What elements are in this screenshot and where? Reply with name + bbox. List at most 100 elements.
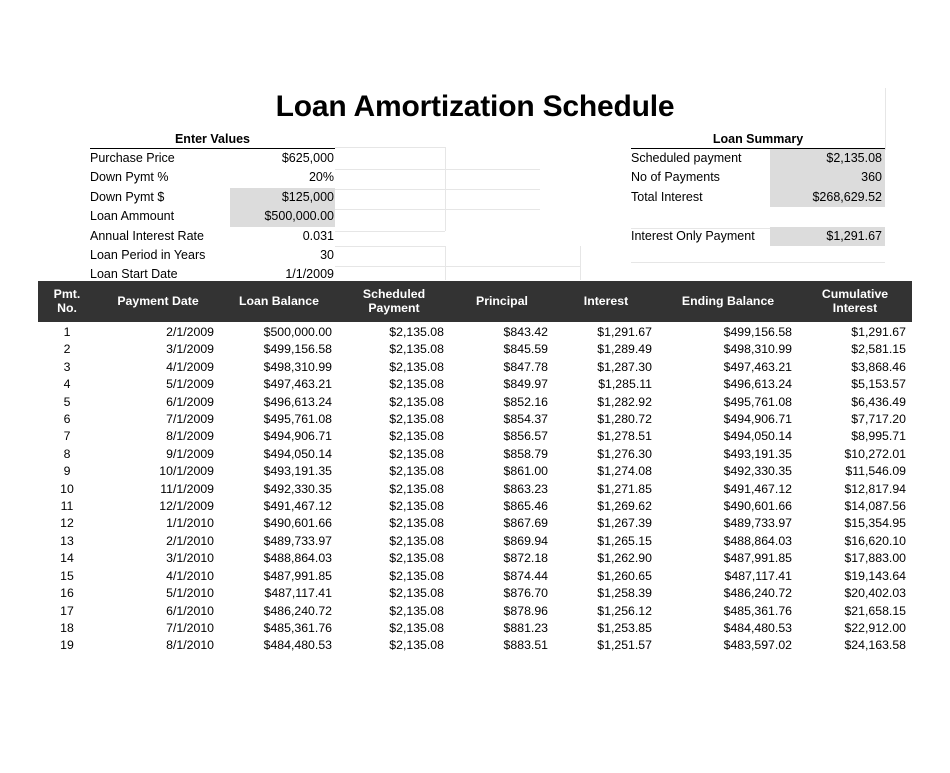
table-cell-sch: $2,135.08 [389,412,444,427]
table-cell-sch: $2,135.08 [389,446,444,461]
table-cell-no: 1 [63,325,71,339]
table-cell-sch: $2,135.08 [389,568,444,583]
label-purchase-price: Purchase Price [90,151,175,165]
table-row: 6 7/1/2009 $495,761.08 $2,135.08 $854.37 $1,2… [38,411,912,428]
value-down-pymt-dollar[interactable]: $125,000 [230,187,335,208]
table-cell-end: $492,330.35 [723,464,792,479]
table-cell-prin: $878.96 [503,603,548,618]
column-header-scheduled-payment-line2: Payment [368,301,420,315]
table-cell-bal: $484,480.53 [263,638,332,653]
table-cell-cum: $21,658.15 [844,603,906,618]
column-header-cumulative-interest-line1: Cumulative [821,287,889,301]
grid-horizontal-line [335,147,445,148]
label-down-pymt-dollar: Down Pymt $ [90,189,165,204]
table-cell-prin: $843.42 [503,325,548,339]
value-no-of-payments: 360 [770,168,885,188]
enter-values-row-purchase-price: Purchase Price $625,000 [90,149,335,168]
table-cell-bal: $500,000.00 [263,325,332,339]
table-cell-int: $1,285.11 [598,377,652,392]
table-cell-end: $496,613.24 [723,377,792,392]
loan-summary-row-no-of-payments: No of Payments 360 [631,168,885,188]
loan-summary-row-interest-only-payment: Interest Only Payment $1,291.67 [631,226,885,246]
grid-vertical-line [445,246,446,280]
table-cell-no: 6 [63,412,71,427]
table-cell-int: $1,267.39 [597,516,652,531]
table-cell-no: 14 [60,551,74,566]
table-cell-sch: $2,135.08 [389,377,444,392]
column-header-scheduled-payment-line1: Scheduled [362,287,426,301]
table-cell-cum: $6,436.49 [851,394,906,409]
label-down-pymt-percent: Down Pymt % [90,170,169,185]
table-cell-date: 8/1/2009 [166,429,214,444]
table-cell-int: $1,269.62 [597,499,652,514]
table-cell-prin: $849.97 [503,377,548,392]
table-cell-end: $494,906.71 [723,412,792,427]
grid-horizontal-line [335,231,445,232]
table-cell-bal: $485,361.76 [263,620,332,635]
table-cell-int: $1,265.15 [597,533,652,548]
value-loan-period-years[interactable]: 30 [230,246,335,265]
table-cell-cum: $22,912.00 [844,620,906,635]
value-annual-interest-rate[interactable]: 0.031 [230,227,335,246]
table-cell-no: 12 [60,516,74,531]
value-loan-amount[interactable]: $500,000.00 [230,207,335,227]
table-cell-cum: $7,717.20 [851,412,906,427]
value-purchase-price[interactable]: $625,000 [230,149,335,168]
table-cell-int: $1,260.65 [597,568,652,583]
table-cell-cum: $11,546.09 [845,464,906,479]
amortization-table: Pmt. No. Payment Date Loan Balance Sched… [38,281,912,655]
table-cell-date: 2/1/2010 [166,533,214,548]
table-cell-bal: $498,310.99 [263,359,332,374]
table-cell-cum: $19,143.64 [844,568,906,583]
table-cell-bal: $488,864.03 [263,551,332,566]
table-cell-int: $1,287.30 [597,359,652,374]
grid-horizontal-line [631,262,885,263]
table-cell-prin: $876.70 [503,586,548,601]
table-cell-sch: $2,135.08 [389,603,444,618]
table-row: 4 5/1/2009 $497,463.21 $2,135.08 $849.97 $1,2… [38,376,912,393]
table-cell-int: $1,274.08 [597,464,652,479]
label-no-of-payments: No of Payments [631,170,720,185]
table-cell-cum: $12,817.94 [844,481,906,496]
table-row: 16 5/1/2010 $487,117.41 $2,135.08 $876.70 $1,… [38,585,912,602]
table-cell-bal: $494,050.14 [263,446,332,461]
table-cell-bal: $493,191.35 [263,464,332,479]
table-cell-sch: $2,135.08 [389,533,444,548]
column-header-principal: Principal [450,281,554,322]
table-cell-bal: $487,991.85 [263,568,332,583]
table-cell-cum: $2,581.15 [851,342,906,357]
table-cell-date: 2/1/2009 [166,325,214,339]
grid-horizontal-line [335,189,540,190]
table-cell-end: $493,191.35 [723,446,792,461]
table-cell-bal: $499,156.58 [263,342,332,357]
table-cell-date: 5/1/2010 [166,586,214,601]
table-cell-prin: $874.44 [503,568,548,583]
table-cell-int: $1,289.49 [597,342,652,357]
table-cell-bal: $492,330.35 [263,481,332,496]
table-cell-prin: $858.79 [503,446,548,461]
table-cell-end: $499,156.58 [723,325,792,339]
table-cell-date: 4/1/2010 [166,568,214,583]
table-cell-date: 11/1/2009 [160,481,214,496]
table-cell-cum: $14,087.56 [844,499,906,514]
table-cell-sch: $2,135.08 [389,620,444,635]
table-row: 17 6/1/2010 $486,240.72 $2,135.08 $878.96 $1,… [38,603,912,620]
table-cell-date: 6/1/2009 [166,394,214,409]
enter-values-row-loan-amount: Loan Ammount $500,000.00 [90,207,335,227]
loan-summary-heading: Loan Summary [631,132,885,149]
table-cell-no: 7 [63,429,71,444]
column-header-cumulative-interest-line2: Interest [832,301,878,315]
label-scheduled-payment: Scheduled payment [631,151,742,165]
table-cell-prin: $865.46 [503,499,548,514]
amortization-table-body: 1 2/1/2009 $500,000.00 $2,135.08 $843.42 $1,2… [38,322,912,655]
table-row: 10 11/1/2009 $492,330.35 $2,135.08 $863.23 $1… [38,481,912,498]
label-loan-amount: Loan Ammount [90,209,175,224]
table-cell-sch: $2,135.08 [389,342,444,357]
value-down-pymt-percent[interactable]: 20% [230,168,335,187]
grid-horizontal-line [335,209,540,210]
table-cell-no: 13 [60,533,74,548]
table-cell-no: 11 [60,499,74,514]
table-cell-no: 3 [63,359,71,374]
table-cell-int: $1,291.67 [597,325,652,339]
table-cell-bal: $486,240.72 [263,603,332,618]
